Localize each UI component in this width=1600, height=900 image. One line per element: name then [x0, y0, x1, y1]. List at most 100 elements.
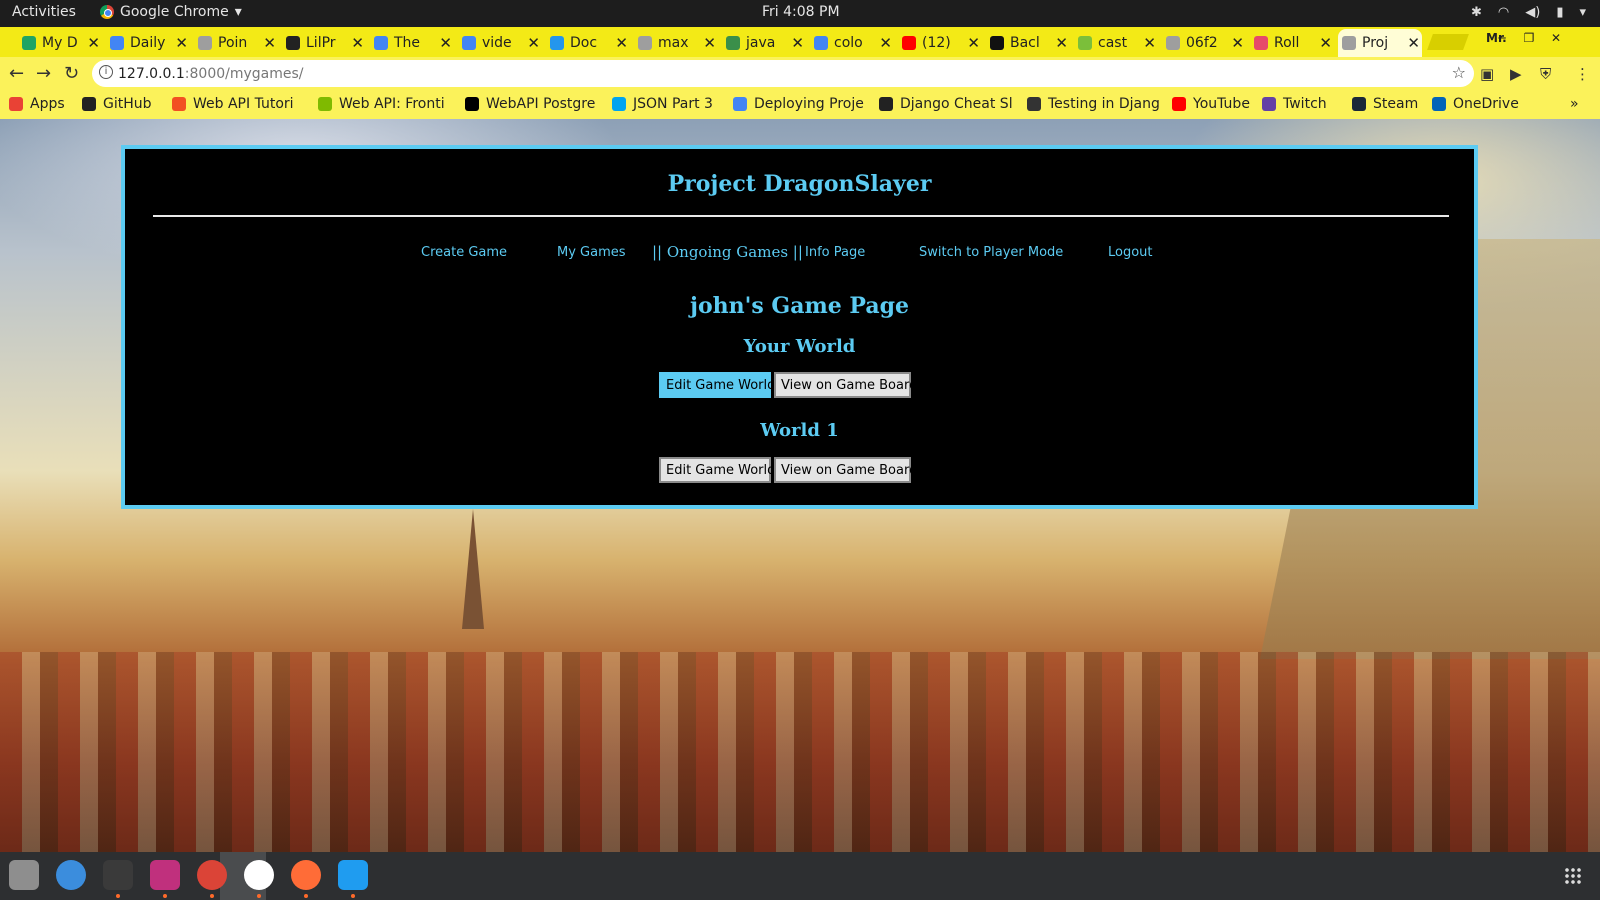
- minimize-icon[interactable]: ─: [1492, 31, 1512, 47]
- browser-tab[interactable]: Bacl ✕: [986, 29, 1070, 57]
- app-menu[interactable]: Google Chrome ▾: [100, 4, 242, 20]
- browser-tab[interactable]: Roll ✕: [1250, 29, 1334, 57]
- new-tab-button[interactable]: [1427, 34, 1469, 50]
- site-info-icon[interactable]: i: [99, 65, 113, 79]
- view-on-game-board-button[interactable]: View on Game Board: [774, 372, 917, 398]
- bookmark-item[interactable]: JSON Part 3: [612, 96, 713, 112]
- bookmark-item[interactable]: Deploying Proje: [733, 96, 864, 112]
- bookmark-label: Web API Tutori: [193, 96, 294, 112]
- close-tab-icon[interactable]: ✕: [175, 34, 188, 52]
- bookmark-item[interactable]: YouTube: [1172, 96, 1250, 112]
- slack-icon[interactable]: [244, 860, 274, 890]
- bookmark-star-icon[interactable]: ☆: [1452, 63, 1466, 82]
- browser-tab[interactable]: Poin ✕: [194, 29, 278, 57]
- activities-button[interactable]: Activities: [12, 4, 76, 20]
- close-tab-icon[interactable]: ✕: [703, 34, 716, 52]
- bookmark-label: Twitch: [1283, 96, 1327, 112]
- browser-tab[interactable]: max ✕: [634, 29, 718, 57]
- browser-tab[interactable]: java ✕: [722, 29, 806, 57]
- nav-switch-player-mode[interactable]: Switch to Player Mode: [919, 245, 1063, 260]
- browser-tab[interactable]: LilPr ✕: [282, 29, 366, 57]
- tab-label: max: [658, 35, 689, 51]
- nav-info-page[interactable]: Info Page: [805, 245, 865, 260]
- edit-game-world-button[interactable]: Edit Game World: [659, 372, 775, 398]
- show-applications-icon[interactable]: [1564, 867, 1582, 885]
- help-icon[interactable]: [56, 860, 86, 890]
- bookmark-item[interactable]: OneDrive: [1432, 96, 1519, 112]
- bookmark-item[interactable]: WebAPI Postgre: [465, 96, 595, 112]
- restore-icon[interactable]: ❐: [1519, 31, 1539, 47]
- nav-logout[interactable]: Logout: [1108, 245, 1153, 260]
- chrome-icon[interactable]: [197, 860, 227, 890]
- close-tab-icon[interactable]: ✕: [263, 34, 276, 52]
- bookmark-item[interactable]: Web API: Fronti: [318, 96, 445, 112]
- volume-icon[interactable]: ◀): [1525, 5, 1540, 20]
- close-tab-icon[interactable]: ✕: [615, 34, 628, 52]
- forward-icon[interactable]: →: [36, 63, 51, 84]
- bookmark-item[interactable]: Web API Tutori: [172, 96, 294, 112]
- back-icon[interactable]: ←: [9, 63, 24, 84]
- close-window-icon[interactable]: ✕: [1546, 31, 1566, 47]
- nav-my-games[interactable]: My Games: [557, 245, 626, 260]
- twitch-icon: [1262, 97, 1276, 111]
- close-tab-icon[interactable]: ✕: [439, 34, 452, 52]
- bookmark-item[interactable]: Django Cheat Sl: [879, 96, 1013, 112]
- bookmark-item[interactable]: Testing in Djang: [1027, 96, 1160, 112]
- close-tab-icon[interactable]: ✕: [527, 34, 540, 52]
- close-tab-icon[interactable]: ✕: [351, 34, 364, 52]
- reload-icon[interactable]: ↻: [64, 63, 79, 84]
- power-menu-icon[interactable]: ▾: [1579, 5, 1586, 20]
- url-host: 127.0.0.1: [118, 65, 185, 82]
- close-tab-icon[interactable]: ✕: [1407, 34, 1420, 52]
- browser-tab[interactable]: 06f2 ✕: [1162, 29, 1246, 57]
- close-tab-icon[interactable]: ✕: [1319, 34, 1332, 52]
- extension-printer-icon[interactable]: ▣: [1480, 65, 1494, 83]
- browser-tab[interactable]: Daily ✕: [106, 29, 190, 57]
- world-heading: Your World: [743, 336, 856, 357]
- close-tab-icon[interactable]: ✕: [879, 34, 892, 52]
- url-path: :8000/mygames/: [184, 65, 304, 82]
- bookmarks-overflow-icon[interactable]: »: [1570, 96, 1579, 112]
- terminal-icon[interactable]: [103, 860, 133, 890]
- cloud-icon: [726, 36, 740, 50]
- medium-icon: [465, 97, 479, 111]
- close-tab-icon[interactable]: ✕: [791, 34, 804, 52]
- view-on-game-board-button[interactable]: View on Game Board: [774, 457, 917, 483]
- extension-cast-icon[interactable]: ▶: [1510, 65, 1522, 83]
- vscode-icon[interactable]: [338, 860, 368, 890]
- browser-tab[interactable]: cast ✕: [1074, 29, 1158, 57]
- files-icon[interactable]: [9, 860, 39, 890]
- browser-tab[interactable]: The ✕: [370, 29, 454, 57]
- clock[interactable]: Fri 4:08 PM: [762, 4, 840, 20]
- close-tab-icon[interactable]: ✕: [1055, 34, 1068, 52]
- postman-icon[interactable]: [291, 860, 321, 890]
- bookmark-item[interactable]: Apps: [9, 96, 65, 112]
- address-bar[interactable]: i 127.0.0.1:8000/mygames/ ☆: [92, 60, 1474, 87]
- bookmark-item[interactable]: Twitch: [1262, 96, 1327, 112]
- nav-create-game[interactable]: Create Game: [421, 245, 507, 260]
- browser-tab[interactable]: vide ✕: [458, 29, 542, 57]
- system-tray[interactable]: ✱ ◠ ◀) ▮ ▾: [1471, 5, 1586, 20]
- browser-tab[interactable]: Proj ✕: [1338, 29, 1422, 57]
- close-tab-icon[interactable]: ✕: [1143, 34, 1156, 52]
- bookmark-item[interactable]: Steam: [1352, 96, 1418, 112]
- battery-icon[interactable]: ▮: [1556, 5, 1563, 20]
- close-tab-icon[interactable]: ✕: [87, 34, 100, 52]
- divider: [153, 215, 1449, 217]
- browser-tab[interactable]: Doc ✕: [546, 29, 630, 57]
- google-icon: [462, 36, 476, 50]
- intellij-icon[interactable]: [150, 860, 180, 890]
- browser-tab[interactable]: colo ✕: [810, 29, 894, 57]
- close-tab-icon[interactable]: ✕: [967, 34, 980, 52]
- bookmark-item[interactable]: GitHub: [82, 96, 152, 112]
- wifi-icon[interactable]: ◠: [1498, 5, 1509, 20]
- close-tab-icon[interactable]: ✕: [1231, 34, 1244, 52]
- extension-shield-icon[interactable]: ⛨: [1540, 65, 1551, 83]
- chevron-down-icon: ▾: [234, 4, 242, 20]
- nav-ongoing-games[interactable]: || Ongoing Games ||: [652, 243, 803, 261]
- slack-tray-icon[interactable]: ✱: [1471, 5, 1482, 20]
- edit-game-world-button[interactable]: Edit Game World: [659, 457, 775, 483]
- browser-tab[interactable]: (12) ✕: [898, 29, 982, 57]
- browser-menu-icon[interactable]: ⋮: [1575, 65, 1590, 83]
- browser-tab[interactable]: My D ✕: [18, 29, 102, 57]
